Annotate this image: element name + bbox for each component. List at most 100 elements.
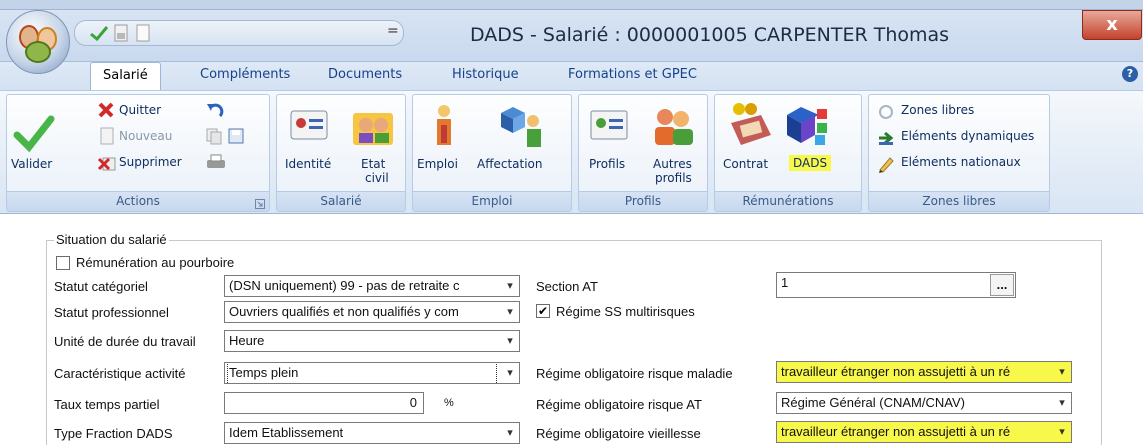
tab-historique[interactable]: Historique: [442, 62, 529, 90]
close-button[interactable]: x: [1082, 10, 1142, 40]
percent-unit: %: [444, 397, 454, 409]
select-value: Temps plein: [227, 363, 497, 383]
avatar-icon: [25, 41, 51, 63]
group-icon: [655, 109, 693, 145]
tab-complements[interactable]: Compléments: [190, 62, 300, 90]
group-profils: Profils Autres profils Profils: [578, 94, 708, 212]
section-at-input[interactable]: 1: [776, 272, 1016, 298]
autres-profils-button-line2[interactable]: profils: [655, 171, 692, 185]
regime-vieillesse-select[interactable]: travailleur étranger non assujetti à un …: [776, 421, 1072, 443]
statut-professionnel-label: Statut professionnel: [54, 305, 169, 320]
app-menu-button[interactable]: [6, 10, 70, 74]
new-doc-icon[interactable]: [113, 24, 129, 42]
zones-libres-button[interactable]: Zones libres: [901, 103, 974, 117]
dynamic-elements-icon: [879, 131, 894, 145]
group-emploi: Emploi Affectation Emploi: [412, 94, 572, 212]
input-value: 0: [409, 395, 417, 410]
unite-duree-label: Unité de durée du travail: [54, 334, 196, 349]
check-icon: [13, 115, 55, 153]
ellipsis-label: ...: [996, 277, 1008, 292]
regime-ss-checkbox[interactable]: ✔: [536, 304, 550, 318]
supprimer-button[interactable]: Supprimer: [119, 155, 182, 169]
etat-civil-button[interactable]: Etat: [361, 157, 385, 171]
group-salarie: Identité Etat civil Salarié: [276, 94, 406, 212]
affectation-button[interactable]: Affectation: [477, 157, 543, 171]
group-label: Zones libres: [869, 191, 1049, 211]
worker-icon: [437, 105, 451, 145]
etat-civil-button-line2[interactable]: civil: [365, 171, 389, 185]
tab-formations[interactable]: Formations et GPEC: [558, 62, 707, 90]
regime-at-select[interactable]: Régime Général (CNAM/CNAV) ▾: [776, 392, 1072, 414]
nouveau-button[interactable]: Nouveau: [119, 129, 172, 143]
regime-maladie-label: Régime obligatoire risque maladie: [536, 366, 733, 381]
statut-categoriel-label: Statut catégoriel: [54, 279, 148, 294]
dads-button[interactable]: DADS: [789, 155, 832, 171]
top-strip: [0, 0, 1143, 10]
chevron-down-icon: ▾: [1059, 426, 1065, 438]
section-at-label: Section AT: [536, 279, 598, 294]
undo-icon[interactable]: [205, 101, 225, 119]
input-value: 1: [781, 275, 789, 290]
save-icon[interactable]: [227, 127, 245, 145]
group-label: Salarié: [277, 191, 405, 211]
couple-icon: [353, 113, 393, 145]
emploi-button[interactable]: Emploi: [417, 157, 458, 171]
pencil-icon: [879, 157, 894, 173]
profils-button[interactable]: Profils: [589, 157, 625, 171]
group-zones-libres: Zones libres Eléments dynamiques Elément…: [868, 94, 1050, 212]
page-icon[interactable]: [135, 24, 151, 42]
caracteristique-activite-select[interactable]: Temps plein ▾: [224, 362, 520, 384]
situation-fieldset: [46, 240, 1102, 445]
regime-maladie-select[interactable]: travailleur étranger non assujetti à un …: [776, 361, 1072, 383]
tab-salarie[interactable]: Salarié: [90, 62, 161, 90]
statut-professionnel-select[interactable]: Ouvriers qualifiés et non qualifiés y co…: [224, 301, 520, 323]
group-label: Emploi: [413, 191, 571, 211]
regime-ss-label: Régime SS multirisques: [556, 304, 695, 319]
delete-icon: [98, 102, 114, 118]
autres-profils-button[interactable]: Autres: [653, 157, 692, 171]
identity-card-icon: [290, 110, 328, 140]
chevron-down-icon: ▾: [507, 427, 513, 439]
dads-icon: [787, 107, 827, 145]
select-value: travailleur étranger non assujetti à un …: [781, 364, 1011, 379]
chevron-down-icon: ▾: [507, 280, 513, 292]
chevron-down-icon: ▾: [507, 306, 513, 318]
quick-access-toolbar: =: [74, 20, 404, 46]
group-label: Actions: [7, 191, 269, 211]
elements-dynamiques-button[interactable]: Eléments dynamiques: [901, 129, 1034, 143]
zone-icon: [879, 105, 893, 119]
select-value: Heure: [229, 333, 265, 348]
delete-icon: [97, 157, 116, 171]
dialog-launcher-icon[interactable]: [255, 199, 265, 209]
section-at-lookup-button[interactable]: ...: [990, 274, 1014, 296]
regime-vieillesse-label: Régime obligatoire vieillesse: [536, 426, 701, 441]
type-fraction-select[interactable]: Idem Etablissement ▾: [224, 422, 520, 444]
help-icon[interactable]: ?: [1122, 66, 1138, 82]
print-icon[interactable]: [205, 153, 227, 171]
select-value: (DSN uniquement) 99 - pas de retraite c: [229, 278, 460, 293]
window-title: DADS - Salarié : 0000001005 CARPENTER Th…: [470, 24, 950, 46]
statut-categoriel-select[interactable]: (DSN uniquement) 99 - pas de retraite c ▾: [224, 275, 520, 297]
chevron-down-icon: ▾: [1059, 397, 1065, 409]
select-value: Régime Général (CNAM/CNAV): [781, 395, 965, 410]
select-value: Ouvriers qualifiés et non qualifiés y co…: [229, 304, 459, 319]
copy-icon[interactable]: [205, 127, 223, 145]
contrat-button[interactable]: Contrat: [723, 157, 768, 171]
pourboire-label: Rémunération au pourboire: [76, 255, 235, 270]
valider-button[interactable]: Valider: [11, 157, 52, 171]
qat-dropdown-icon[interactable]: =: [387, 23, 399, 39]
group-label: Rémunérations: [715, 191, 861, 211]
chevron-down-icon: ▾: [507, 367, 513, 379]
tab-documents[interactable]: Documents: [318, 62, 412, 90]
check-icon[interactable]: [89, 24, 109, 42]
taux-temps-partiel-input[interactable]: 0: [224, 392, 424, 414]
group-remunerations: Contrat DADS Rémunérations: [714, 94, 862, 212]
quitter-button[interactable]: Quitter: [119, 103, 161, 117]
assignment-icon: [501, 107, 541, 147]
elements-nationaux-button[interactable]: Eléments nationaux: [901, 155, 1021, 169]
pourboire-checkbox[interactable]: [56, 256, 70, 270]
select-value: Idem Etablissement: [229, 425, 344, 440]
identite-button[interactable]: Identité: [285, 157, 331, 171]
unite-duree-select[interactable]: Heure ▾: [224, 330, 520, 352]
taux-temps-partiel-label: Taux temps partiel: [54, 397, 160, 412]
